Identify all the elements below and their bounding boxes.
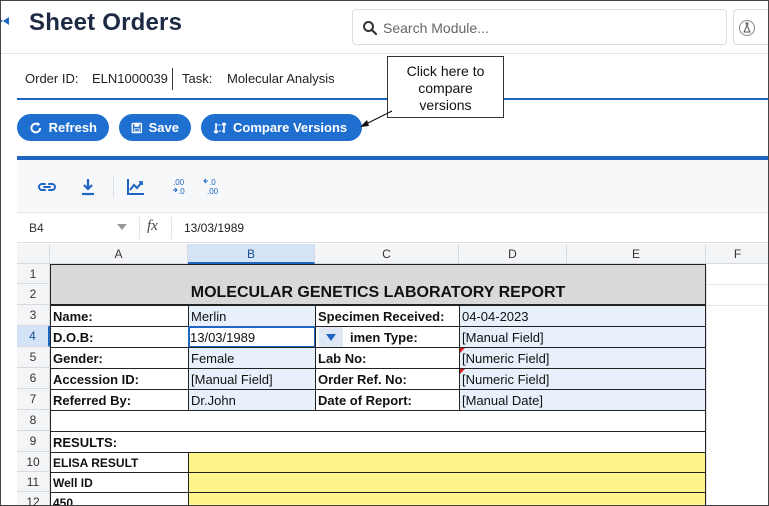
cell-dropdown-icon[interactable] <box>319 327 343 347</box>
column-header-d[interactable]: D <box>459 244 567 264</box>
row-header-11[interactable]: 11 <box>17 472 50 492</box>
row-header-10[interactable]: 10 <box>17 452 50 472</box>
cell-a4[interactable]: D.O.B: <box>50 326 189 348</box>
row-header-1[interactable]: 1 <box>17 264 50 284</box>
formula-input[interactable]: 13/03/1989 <box>184 221 244 235</box>
formula-divider-2 <box>171 217 172 239</box>
row-header-7[interactable]: 7 <box>17 389 50 410</box>
comment-marker-icon <box>460 369 465 374</box>
report-title[interactable]: MOLECULAR GENETICS LABORATORY REPORT <box>50 264 706 305</box>
cell-b6[interactable]: [Manual Field] <box>188 368 316 390</box>
cell-b7[interactable]: Dr.John <box>188 389 316 411</box>
fx-icon: fx <box>147 218 158 234</box>
save-button[interactable]: Save <box>119 114 191 141</box>
cell-a11[interactable]: Well ID <box>50 472 189 493</box>
select-all-corner[interactable] <box>17 244 50 264</box>
refresh-icon <box>30 121 42 133</box>
cell-a9[interactable]: RESULTS: <box>50 431 706 453</box>
column-header-c[interactable]: C <box>315 244 459 264</box>
cell-d4[interactable]: [Manual Field] <box>459 326 706 348</box>
cell-b4-active[interactable]: 13/03/1989 <box>188 326 316 348</box>
order-id-value: ELN1000039 <box>92 71 168 86</box>
cell-b5[interactable]: Female <box>188 347 316 369</box>
row-header-6[interactable]: 6 <box>17 368 50 389</box>
callout-line-3: versions <box>419 97 472 113</box>
row-header-8[interactable]: 8 <box>17 410 50 431</box>
row-header-3[interactable]: 3 <box>17 305 50 326</box>
increase-decimal-icon[interactable]: .00 .0 <box>171 176 193 198</box>
row-header-4[interactable]: 4 <box>17 326 50 347</box>
order-id-label: Order ID: <box>25 71 79 86</box>
callout-line-1: Click here to <box>406 63 485 79</box>
column-header-e[interactable]: E <box>567 244 706 264</box>
cell-c5[interactable]: Lab No: <box>315 347 460 369</box>
callout-arrow-icon <box>360 110 393 127</box>
cell-d3[interactable]: 04-04-2023 <box>459 305 706 327</box>
row-header-5[interactable]: 5 <box>17 347 50 368</box>
refresh-button[interactable]: Refresh <box>17 114 109 141</box>
cell-a12[interactable]: 450 <box>50 492 189 505</box>
task-label: Task: <box>182 71 213 86</box>
svg-text:.0: .0 <box>178 187 185 196</box>
refresh-label: Refresh <box>48 120 97 135</box>
cell-c6[interactable]: Order Ref. No: <box>315 368 460 390</box>
cell-d6[interactable]: [Numeric Field] <box>459 368 706 390</box>
app-window: Sheet Orders Order ID: ELN1000039 Task: … <box>0 0 769 506</box>
name-box[interactable]: B4 <box>29 221 44 235</box>
cell-a5[interactable]: Gender: <box>50 347 189 369</box>
cell-b3[interactable]: Merlin <box>188 305 316 327</box>
info-divider <box>172 68 173 90</box>
comment-marker-icon <box>460 348 465 353</box>
cell-a10[interactable]: ELISA RESULT <box>50 452 189 473</box>
save-label: Save <box>148 120 179 135</box>
compare-versions-button[interactable]: Compare Versions <box>201 114 362 141</box>
flask-icon <box>739 20 755 36</box>
compare-icon <box>213 121 227 134</box>
chart-icon[interactable] <box>125 176 147 198</box>
header-divider <box>1 53 768 54</box>
save-icon <box>131 122 143 133</box>
grid-line <box>706 264 707 505</box>
row-header-2[interactable]: 2 <box>17 284 50 305</box>
cell-row-8[interactable] <box>50 410 706 432</box>
task-value: Molecular Analysis <box>227 71 335 86</box>
cell-b11[interactable] <box>188 472 706 493</box>
cell-d7[interactable]: [Manual Date] <box>459 389 706 411</box>
formula-bar: B4 fx 13/03/1989 <box>17 213 768 243</box>
cell-a6[interactable]: Accession ID: <box>50 368 189 390</box>
cell-b10[interactable] <box>188 452 706 473</box>
cell-a3[interactable]: Name: <box>50 305 189 327</box>
row-header-9[interactable]: 9 <box>17 431 50 452</box>
callout-line-2: compare <box>418 80 473 96</box>
cell-b12[interactable] <box>188 492 706 505</box>
column-header-a[interactable]: A <box>50 244 188 264</box>
cell-c7[interactable]: Date of Report: <box>315 389 460 411</box>
page-title: Sheet Orders <box>29 9 183 36</box>
link-icon[interactable] <box>36 176 58 198</box>
download-icon[interactable] <box>77 176 99 198</box>
formula-divider <box>139 217 140 239</box>
row-header-12[interactable]: 12 <box>17 492 50 505</box>
module-search[interactable] <box>352 9 727 45</box>
cell-d5[interactable]: [Numeric Field] <box>459 347 706 369</box>
app-logo-icon <box>1 17 9 25</box>
search-icon <box>363 21 378 36</box>
column-header-b[interactable]: B <box>188 244 315 264</box>
search-input[interactable] <box>383 18 713 38</box>
annotation-callout: Click here to compare versions <box>387 56 504 118</box>
decrease-decimal-icon[interactable]: .0 .00 <box>203 176 225 198</box>
cell-c3[interactable]: Specimen Received: <box>315 305 460 327</box>
compare-label: Compare Versions <box>233 120 348 135</box>
svg-text:.0: .0 <box>209 178 216 187</box>
user-menu[interactable] <box>733 9 768 45</box>
svg-text:.00: .00 <box>207 187 219 196</box>
toolbar-divider <box>113 176 114 198</box>
svg-text:.00: .00 <box>173 178 185 187</box>
column-header-f[interactable]: F <box>706 244 768 264</box>
cell-a7[interactable]: Referred By: <box>50 389 189 411</box>
name-box-dropdown-icon[interactable] <box>117 224 127 230</box>
sheet-toolbar: .00 .0 .0 .00 <box>17 160 768 213</box>
